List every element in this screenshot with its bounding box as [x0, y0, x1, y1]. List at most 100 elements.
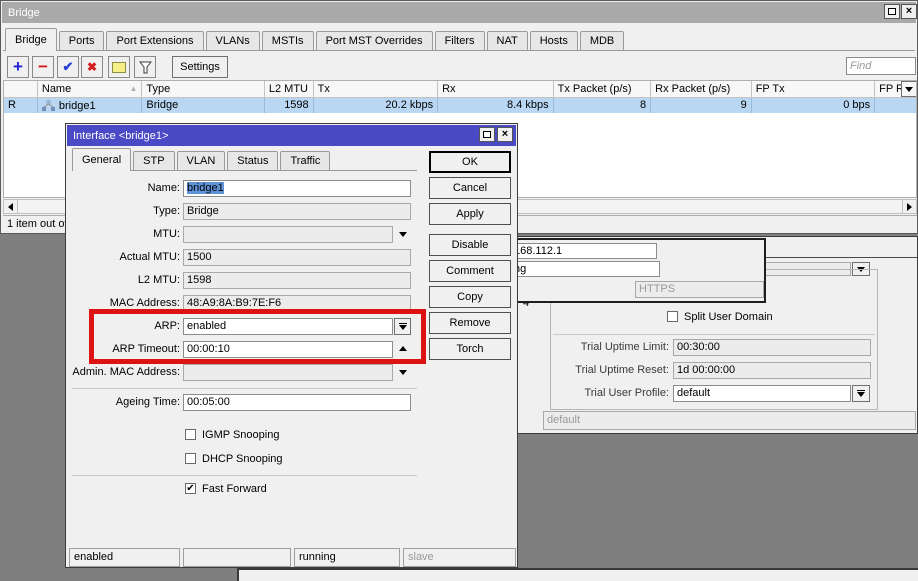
table-row[interactable]: R bridge1 Bridge 1598 20.2 kbps 8.4 kbps…	[4, 98, 916, 113]
arp-highlight-annotation	[89, 309, 426, 364]
combo-bar	[857, 390, 865, 391]
tab-general[interactable]: General	[72, 148, 131, 171]
mtu-dropdown-icon[interactable]	[399, 232, 407, 237]
trial-user-profile-field[interactable]: default	[673, 385, 851, 402]
column-name[interactable]: Name ▲	[38, 81, 143, 97]
comment-button[interactable]: Comment	[429, 260, 511, 282]
mtu-field[interactable]	[183, 226, 393, 243]
column-tx-packet[interactable]: Tx Packet (p/s)	[554, 81, 652, 97]
tab-port-mst-overrides[interactable]: Port MST Overrides	[316, 31, 433, 51]
scroll-left-button[interactable]	[4, 200, 18, 213]
chevron-down-icon	[905, 87, 913, 92]
minus-icon: −	[38, 57, 48, 77]
dialog-close-button[interactable]: ×	[497, 127, 513, 142]
partial-field-1[interactable]: 168.112.1	[510, 243, 657, 259]
tab-ports[interactable]: Ports	[59, 31, 105, 51]
tab-traffic[interactable]: Traffic	[280, 151, 330, 171]
tab-mstis[interactable]: MSTIs	[262, 31, 314, 51]
partial-field-2[interactable]: ng	[510, 261, 660, 277]
filter-button[interactable]	[134, 56, 156, 78]
dialog-maximize-button[interactable]	[479, 127, 495, 142]
dialog-titlebar[interactable]: Interface <bridge1>	[67, 125, 516, 146]
bridge-icon	[42, 100, 55, 111]
column-l2mtu[interactable]: L2 MTU	[265, 81, 314, 97]
trial-uptime-limit-label: Trial Uptime Limit:	[521, 339, 669, 356]
admin-mac-label: Admin. MAC Address:	[66, 364, 180, 381]
tab-mdb[interactable]: MDB	[580, 31, 624, 51]
comment-button[interactable]	[108, 56, 130, 78]
column-flags[interactable]	[4, 81, 38, 97]
maximize-button[interactable]	[884, 4, 900, 19]
ok-button[interactable]: OK	[429, 151, 511, 173]
column-tx[interactable]: Tx	[314, 81, 438, 97]
column-select-button[interactable]	[901, 81, 916, 97]
admin-mac-dropdown-icon[interactable]	[399, 370, 407, 375]
column-rx-packet[interactable]: Rx Packet (p/s)	[651, 81, 752, 97]
chevron-down-icon	[857, 392, 865, 397]
close-icon: ×	[502, 129, 508, 140]
column-fp-tx[interactable]: FP Tx	[752, 81, 875, 97]
enable-button[interactable]: ✔	[57, 56, 79, 78]
tab-vlans[interactable]: VLANs	[206, 31, 260, 51]
column-type[interactable]: Type	[142, 81, 264, 97]
name-label: Name:	[66, 180, 180, 197]
column-rx[interactable]: Rx	[438, 81, 553, 97]
tab-hosts[interactable]: Hosts	[530, 31, 578, 51]
separator	[72, 475, 417, 476]
tab-port-extensions[interactable]: Port Extensions	[106, 31, 203, 51]
admin-mac-field[interactable]	[183, 364, 393, 381]
remove-button[interactable]: −	[32, 56, 54, 78]
add-button[interactable]: +	[7, 56, 29, 78]
fast-forward-checkbox[interactable]: ✔	[185, 483, 196, 494]
remove-button[interactable]: Remove	[429, 312, 511, 334]
window-titlebar[interactable]: Bridge	[2, 2, 916, 23]
trial-uptime-limit-field[interactable]: 00:30:00	[673, 339, 871, 356]
split-user-domain-label: Split User Domain	[684, 311, 773, 323]
close-button[interactable]: ×	[901, 4, 917, 19]
trial-uptime-reset-label: Trial Uptime Reset:	[521, 362, 669, 379]
dhcp-snooping-checkbox[interactable]	[185, 453, 196, 464]
torch-button[interactable]: Torch	[429, 338, 511, 360]
tab-status[interactable]: Status	[227, 151, 278, 171]
settings-button[interactable]: Settings	[172, 56, 228, 78]
name-value: bridge1	[187, 182, 224, 194]
scroll-right-button[interactable]	[902, 200, 916, 213]
row-type: Bridge	[142, 98, 264, 113]
ageing-time-field[interactable]: 00:05:00	[183, 394, 411, 411]
tab-nat[interactable]: NAT	[487, 31, 528, 51]
maximize-icon	[483, 131, 491, 138]
find-input[interactable]	[847, 58, 915, 74]
item-count-label: 1 item out of	[7, 218, 68, 230]
row-rx: 8.4 kbps	[438, 98, 553, 113]
check-icon: ✔	[63, 59, 74, 75]
actual-mtu-label: Actual MTU:	[66, 249, 180, 266]
trial-uptime-reset-field[interactable]: 1d 00:00:00	[673, 362, 871, 379]
apply-button[interactable]: Apply	[429, 203, 511, 225]
row-rx-packet: 9	[651, 98, 752, 113]
status-empty	[183, 548, 291, 567]
copy-button[interactable]: Copy	[429, 286, 511, 308]
tab-divider	[3, 50, 915, 51]
cancel-button[interactable]: Cancel	[429, 177, 511, 199]
tab-bar: Bridge Ports Port Extensions VLANs MSTIs…	[5, 28, 624, 51]
maximize-icon	[888, 8, 896, 15]
igmp-snooping-checkbox[interactable]	[185, 429, 196, 440]
split-user-domain-checkbox[interactable]	[667, 311, 678, 322]
tab-filters[interactable]: Filters	[435, 31, 485, 51]
disable-button[interactable]: ✖	[81, 56, 103, 78]
column-fp-r[interactable]: FP R	[875, 81, 901, 97]
trial-user-profile-dropdown[interactable]	[852, 385, 870, 402]
window-title: Bridge	[8, 7, 40, 19]
name-field[interactable]: bridge1	[183, 180, 411, 197]
tab-stp[interactable]: STP	[133, 151, 174, 171]
tab-vlan[interactable]: VLAN	[177, 151, 226, 171]
tab-bridge[interactable]: Bridge	[5, 28, 57, 51]
column-name-label: Name	[42, 82, 71, 96]
row-flag: R	[4, 98, 38, 113]
find-box[interactable]	[846, 57, 916, 75]
https-field: HTTPS	[635, 281, 764, 298]
disable-button[interactable]: Disable	[429, 234, 511, 256]
separator	[553, 334, 875, 335]
mtu-label: MTU:	[66, 226, 180, 243]
row-fp-r	[875, 98, 916, 113]
